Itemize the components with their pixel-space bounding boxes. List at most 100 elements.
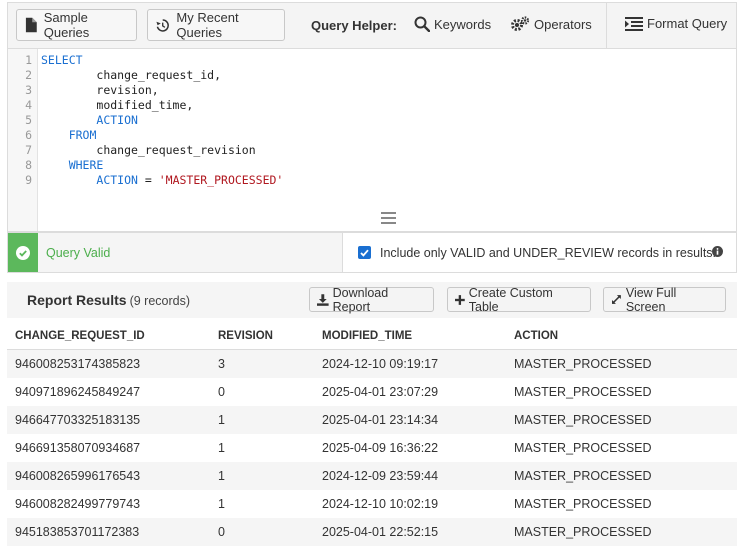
code-text: WHERE (35, 158, 104, 173)
cell-revision: 0 (218, 525, 225, 539)
table-row[interactable]: 946691358070934687 1 2025-04-09 16:36:22 MA… (7, 434, 737, 462)
sql-keyword: ACTION (96, 113, 138, 127)
results-title-text: Report Results (27, 292, 127, 308)
table-row[interactable]: 946008282499779743 1 2024-12-10 10:02:19 MA… (7, 490, 737, 518)
cell-revision: 0 (218, 385, 225, 399)
cell-action: MASTER_PROCESSED (514, 469, 652, 483)
cell-change-request-id: 946647703325183135 (15, 413, 141, 427)
results-title: Report Results (9 records) (27, 292, 190, 308)
column-header-change-request-id[interactable]: CHANGE_REQUEST_ID (15, 330, 226, 342)
expand-icon (611, 295, 621, 304)
valid-records-label: Include only VALID and UNDER_REVIEW reco… (380, 246, 717, 260)
search-icon (414, 16, 430, 32)
cell-change-request-id: 940971896245849247 (15, 385, 141, 399)
recent-queries-button[interactable]: My Recent Queries (147, 9, 285, 41)
sql-editor[interactable]: 1 SELECT 2 change_request_id, 3 revision, 4 … (7, 48, 737, 232)
sql-identifier: revision, (96, 83, 159, 97)
sql-identifier: change_request_revision (96, 143, 256, 157)
history-icon (156, 18, 169, 32)
column-header-action[interactable]: ACTION (514, 330, 714, 342)
query-valid-text: Query Valid (46, 246, 111, 260)
sql-keyword: ACTION (96, 173, 138, 187)
code-line: 2 change_request_id, (8, 68, 736, 83)
valid-records-checkbox[interactable] (358, 246, 371, 259)
format-lines-icon (625, 16, 643, 31)
results-table: CHANGE_REQUEST_ID REVISION MODIFIED_TIME… (7, 322, 737, 546)
check-circle-icon (16, 245, 30, 260)
table-row[interactable]: 945183853701172383 0 2025-04-01 22:52:15 MA… (7, 518, 737, 546)
line-number: 8 (25, 158, 32, 172)
code-line: 7 change_request_revision (8, 143, 736, 158)
cell-modified-time: 2024-12-10 09:19:17 (322, 357, 439, 371)
results-header: Report Results (9 records) Download Repor… (7, 282, 737, 318)
line-number: 4 (25, 98, 32, 112)
create-custom-table-button[interactable]: Create Custom Table (447, 285, 591, 314)
recent-queries-label: My Recent Queries (176, 10, 239, 40)
cell-revision: 1 (218, 413, 225, 427)
keywords-label: Keywords (434, 16, 492, 32)
cell-revision: 1 (218, 497, 225, 511)
info-icon[interactable] (712, 246, 723, 257)
code-line: 3 revision, (8, 83, 736, 98)
cell-action: MASTER_PROCESSED (514, 525, 652, 539)
cell-action: MASTER_PROCESSED (514, 497, 652, 511)
cell-action: MASTER_PROCESSED (514, 385, 652, 399)
gears-icon (511, 16, 530, 31)
cell-modified-time: 2025-04-01 23:14:34 (322, 413, 439, 427)
cell-change-request-id: 945183853701172383 (15, 525, 140, 539)
query-helper-label: Query Helper: (311, 18, 397, 33)
format-query-label: Format Query (647, 16, 728, 31)
code-line: 6 FROM (8, 128, 736, 143)
code-text: FROM (35, 128, 97, 143)
query-status-bar: Query Valid Include only VALID and UNDER… (7, 232, 737, 273)
resize-handle[interactable] (381, 212, 396, 227)
cell-change-request-id: 946008265996176543 (15, 469, 141, 483)
code-text: revision, (35, 83, 159, 98)
cell-modified-time: 2025-04-09 16:36:22 (322, 441, 439, 455)
keywords-link[interactable]: Keywords (414, 16, 491, 32)
checkmark-icon (360, 249, 369, 257)
create-custom-table-label: Create Custom Table (468, 285, 553, 314)
table-row[interactable]: 940971896245849247 0 2025-04-01 23:07:29 MA… (7, 378, 737, 406)
code-line: 4 modified_time, (8, 98, 736, 113)
table-row[interactable]: 946008253174385823 3 2024-12-10 09:19:17 MA… (7, 350, 737, 378)
sql-keyword: WHERE (68, 158, 104, 172)
code-text: change_request_id, (35, 68, 221, 83)
view-full-screen-button[interactable]: View Full Screen (603, 286, 726, 314)
code-line: 9 ACTION = 'MASTER_PROCESSED' (8, 173, 736, 188)
record-count: (9 records) (129, 294, 191, 308)
download-report-button[interactable]: Download Report (309, 286, 434, 314)
column-header-modified-time[interactable]: MODIFIED_TIME (322, 330, 514, 342)
sql-identifier: = (137, 173, 159, 187)
operators-label: Operators (534, 16, 592, 32)
format-query-button[interactable]: Format Query (625, 16, 727, 31)
code-text: change_request_revision (35, 143, 256, 158)
table-header: CHANGE_REQUEST_ID REVISION MODIFIED_TIME… (7, 322, 737, 350)
cell-revision: 1 (218, 469, 225, 483)
line-number: 3 (25, 83, 32, 97)
operators-link[interactable]: Operators (510, 16, 592, 32)
line-number: 5 (25, 113, 32, 127)
column-header-revision[interactable]: REVISION (218, 330, 322, 342)
line-number: 6 (25, 128, 32, 142)
code-text: ACTION (35, 113, 138, 128)
download-icon (317, 293, 329, 306)
table-row[interactable]: 946647703325183135 1 2025-04-01 23:14:34 MA… (7, 406, 737, 434)
line-number: 9 (25, 173, 32, 187)
table-row[interactable]: 946008265996176543 1 2024-12-09 23:59:44 MA… (7, 462, 737, 490)
cell-change-request-id: 946691358070934687 (15, 441, 141, 455)
cell-modified-time: 2024-12-09 23:59:44 (322, 469, 439, 483)
cell-change-request-id: 946008282499779743 (15, 497, 141, 511)
sample-queries-button[interactable]: Sample Queries (16, 9, 137, 41)
toolbar-divider (606, 3, 607, 49)
cell-revision: 1 (218, 441, 225, 455)
sql-keyword: FROM (68, 128, 97, 142)
table-body: 946008253174385823 3 2024-12-10 09:19:17 MA… (7, 350, 737, 546)
plus-icon (455, 294, 465, 305)
sql-identifier: modified_time, (96, 98, 194, 112)
query-toolbar: Sample Queries My Recent Queries Query H… (7, 2, 737, 49)
line-number: 1 (25, 53, 32, 67)
code-area[interactable]: 1 SELECT 2 change_request_id, 3 revision, 4 … (8, 53, 736, 188)
code-text: SELECT (35, 53, 83, 68)
cell-revision: 3 (218, 357, 225, 371)
